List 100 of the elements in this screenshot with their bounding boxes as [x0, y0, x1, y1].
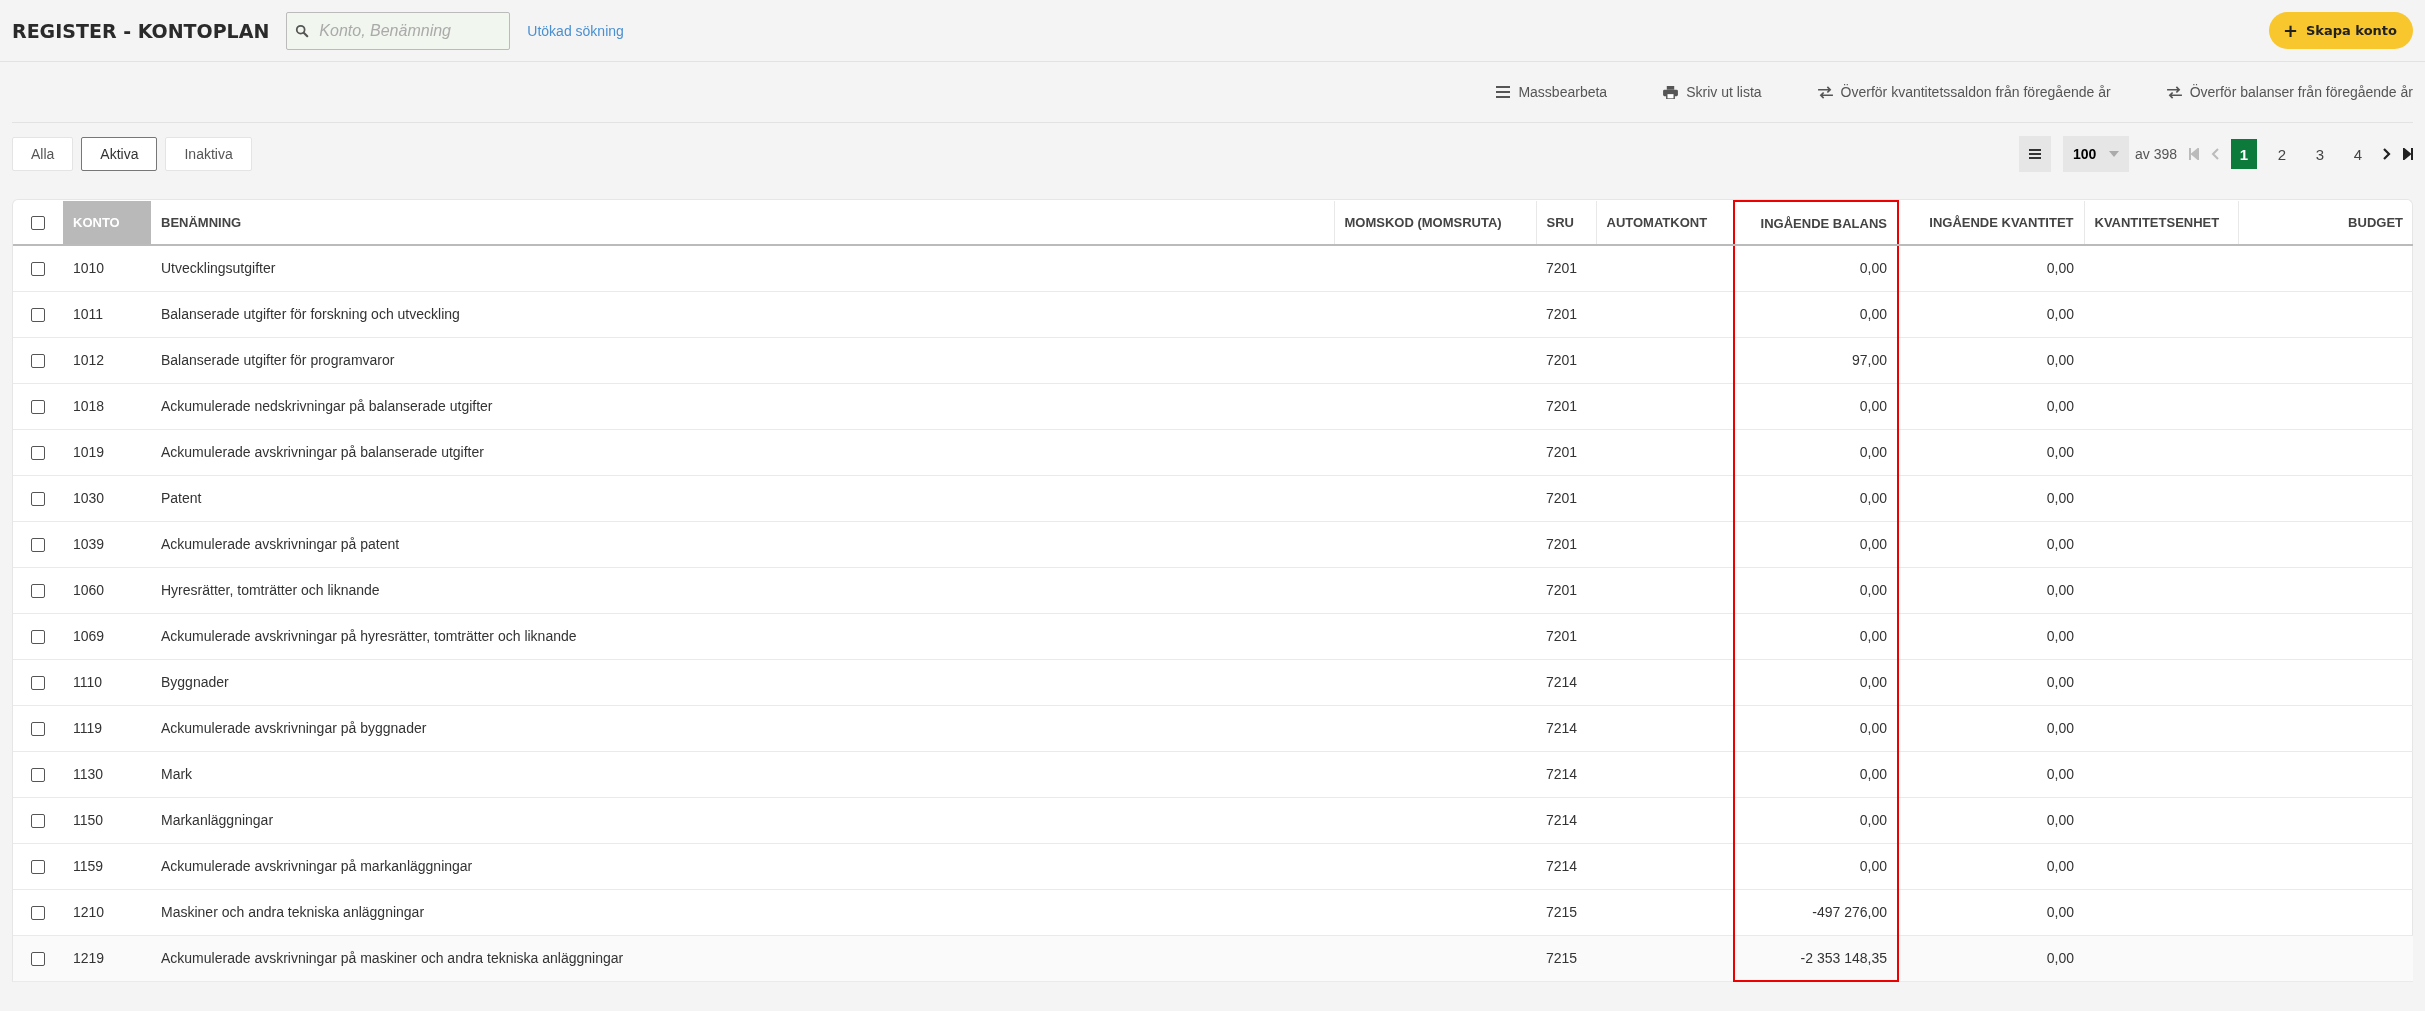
table-cell: 7201 — [1546, 444, 1578, 460]
table-cell: 1110 — [73, 674, 103, 690]
total-count: av 398 — [2134, 146, 2177, 162]
list-view-button[interactable] — [2018, 136, 2051, 172]
table-cell: 0,00 — [2046, 766, 2074, 782]
row-checkbox[interactable] — [31, 722, 45, 737]
search-field[interactable]: Konto, Benämning — [286, 11, 511, 50]
column-header[interactable]: BUDGET — [2238, 201, 2413, 245]
row-checkbox[interactable] — [31, 630, 45, 645]
table-cell: 0,00 — [1859, 490, 1887, 506]
toolbar-action[interactable]: Överför kvantitetssaldon från föregående år — [1817, 84, 2111, 100]
row-checkbox[interactable] — [31, 768, 45, 783]
filter-tab[interactable]: Inaktiva — [165, 137, 252, 171]
table-cell: 0,00 — [2046, 398, 2074, 414]
printer-icon — [1663, 85, 1679, 99]
table-cell: 0,00 — [2046, 260, 2074, 277]
toolbar-action[interactable]: Massbearbeta — [1496, 84, 1608, 100]
toolbar-action[interactable]: Överför balanser från föregående år — [2166, 84, 2413, 100]
table-cell: 1219 — [73, 950, 105, 966]
table-cell: Balanserade utgifter för forskning och utveckling — [161, 306, 460, 322]
table-cell: 0,00 — [2046, 536, 2074, 552]
column-header[interactable]: INGÅENDE BALANS — [1734, 201, 1898, 245]
row-checkbox[interactable] — [31, 676, 45, 691]
table-cell: Hyresrätter, tomträtter och liknande — [161, 582, 380, 598]
table-cell: Ackumulerade avskrivningar på byggnader — [161, 720, 427, 736]
table-cell: 1119 — [73, 720, 103, 736]
next-page-icon[interactable] — [2383, 148, 2391, 160]
table-cell: Ackumulerade avskrivningar på hyresrätter, tomträtter och liknande — [161, 628, 577, 644]
table-cell: 0,00 — [2046, 812, 2074, 828]
swap-arrows-icon — [2166, 85, 2182, 99]
table-cell: 0,00 — [2046, 950, 2074, 966]
table-cell: Ackumulerade avskrivningar på balanserade utgifter — [161, 444, 484, 460]
row-checkbox[interactable] — [31, 354, 45, 369]
table-cell: 7215 — [1546, 950, 1578, 966]
row-checkbox[interactable] — [31, 952, 45, 967]
row-checkbox[interactable] — [31, 400, 45, 415]
row-checkbox[interactable] — [31, 492, 45, 507]
table-cell: 0,00 — [1859, 398, 1887, 414]
table-cell: 0,00 — [2046, 582, 2074, 598]
table-cell: 0,00 — [2046, 720, 2074, 736]
toolbar-action[interactable]: Skriv ut lista — [1663, 84, 1762, 100]
select-all-checkbox[interactable] — [31, 216, 45, 231]
table-cell: 0,00 — [1859, 766, 1887, 782]
table-cell: 7201 — [1546, 536, 1578, 552]
swap-arrows-icon — [1817, 85, 1833, 99]
table-cell: 7201 — [1546, 306, 1578, 322]
row-checkbox[interactable] — [31, 584, 45, 599]
table-cell: 7201 — [1546, 352, 1578, 368]
page-size-select[interactable]: 100 — [2062, 136, 2129, 172]
table-cell: 7201 — [1546, 490, 1578, 506]
table-cell: 1030 — [73, 490, 105, 506]
table-cell: 7215 — [1546, 904, 1578, 920]
caret-icon — [2108, 151, 2119, 157]
row-checkbox[interactable] — [31, 538, 45, 553]
row-checkbox[interactable] — [31, 860, 45, 875]
row-checkbox[interactable] — [31, 308, 45, 323]
table-cell: 0,00 — [2046, 352, 2074, 368]
row-checkbox[interactable] — [31, 814, 45, 829]
column-header[interactable]: INGÅENDE KVANTITET — [1898, 201, 2084, 245]
column-header[interactable]: BENÄMNING — [151, 201, 1334, 245]
table-cell: Patent — [161, 490, 202, 506]
table-cell: 0,00 — [1859, 812, 1887, 828]
last-page-icon[interactable] — [2403, 148, 2413, 160]
row-checkbox[interactable] — [31, 906, 45, 921]
table-cell: 0,00 — [1859, 858, 1887, 874]
menu-icon — [1496, 86, 1511, 98]
page-button[interactable]: 4 — [2345, 139, 2371, 169]
table-cell: 7201 — [1546, 398, 1578, 414]
table-cell: 0,00 — [2046, 490, 2074, 506]
row-checkbox[interactable] — [31, 446, 45, 461]
table-cell: -497 276,00 — [1812, 904, 1887, 920]
table-cell: 7214 — [1546, 812, 1578, 828]
table-cell: 0,00 — [2046, 674, 2074, 690]
table-cell: 0,00 — [2046, 904, 2074, 920]
table-cell: -2 353 148,35 — [1800, 949, 1887, 966]
page-button[interactable]: 1 — [2231, 139, 2257, 169]
column-header[interactable]: AUTOMATKONT — [1596, 201, 1734, 245]
column-header[interactable]: MOMSKOD (MOMSRUTA) — [1334, 201, 1536, 245]
list-icon — [2028, 149, 2041, 159]
table-cell: Maskiner och andra tekniska anläggningar — [161, 904, 425, 920]
table-cell: 1012 — [73, 352, 105, 368]
table-cell: 0,00 — [2046, 306, 2074, 322]
table-cell: 0,00 — [1859, 582, 1887, 598]
table-cell: 7214 — [1546, 858, 1578, 874]
filter-tab[interactable]: Aktiva — [81, 137, 158, 171]
table-cell: 1019 — [73, 444, 105, 460]
table-cell: 1018 — [73, 398, 105, 414]
table-cell: 0,00 — [2046, 628, 2074, 644]
column-header[interactable]: SRU — [1536, 201, 1596, 245]
create-account-button[interactable]: + Skapa konto — [2268, 12, 2413, 49]
table-cell: 0,00 — [1859, 536, 1887, 552]
page-button[interactable]: 3 — [2307, 139, 2333, 169]
table-cell: 1130 — [73, 766, 104, 782]
column-header[interactable]: KVANTITETSENHET — [2084, 201, 2238, 245]
row-checkbox[interactable] — [31, 262, 45, 277]
table-cell: 0,00 — [1859, 628, 1887, 644]
page-button[interactable]: 2 — [2269, 139, 2295, 169]
filter-tab[interactable]: Alla — [12, 137, 74, 171]
table-cell: 0,00 — [1859, 260, 1887, 277]
table-cell: 7214 — [1546, 720, 1578, 736]
